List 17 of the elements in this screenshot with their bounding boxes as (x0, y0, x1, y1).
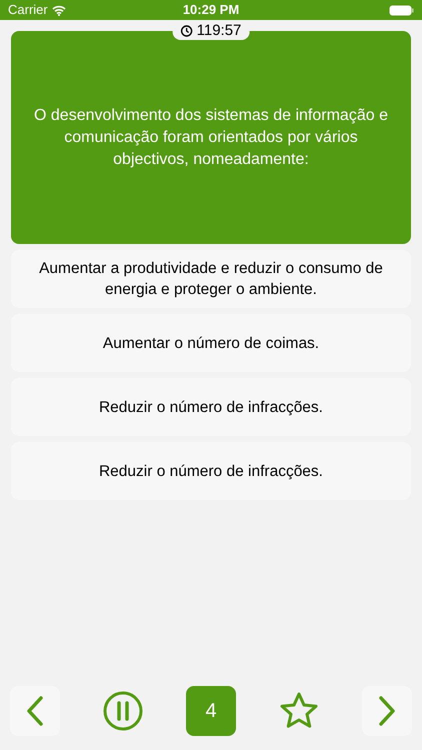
answer-option[interactable]: Reduzir o número de infracções. (11, 378, 411, 436)
chevron-left-icon (26, 695, 44, 727)
star-icon (278, 691, 320, 731)
answer-option[interactable]: Reduzir o número de infracções. (11, 442, 411, 500)
status-time: 10:29 PM (182, 1, 240, 20)
carrier-label: Carrier (8, 1, 48, 20)
next-button[interactable] (362, 686, 412, 736)
clock-icon (180, 25, 193, 37)
timer-text: 119:57 (196, 20, 242, 41)
pause-icon (103, 691, 143, 731)
answer-option[interactable]: Aumentar o número de coimas. (11, 314, 411, 372)
question-text: O desenvolvimento dos sistemas de informação e comunicação foram orientados por vários objectivos, nomeadamente: (33, 106, 389, 170)
answer-option[interactable]: Aumentar a produtividade e reduzir o consumo de energia e proteger o ambiente. (11, 250, 411, 308)
chevron-right-icon (378, 695, 396, 727)
battery-icon (389, 4, 414, 16)
previous-button[interactable] (10, 686, 60, 736)
wifi-icon (52, 4, 66, 16)
